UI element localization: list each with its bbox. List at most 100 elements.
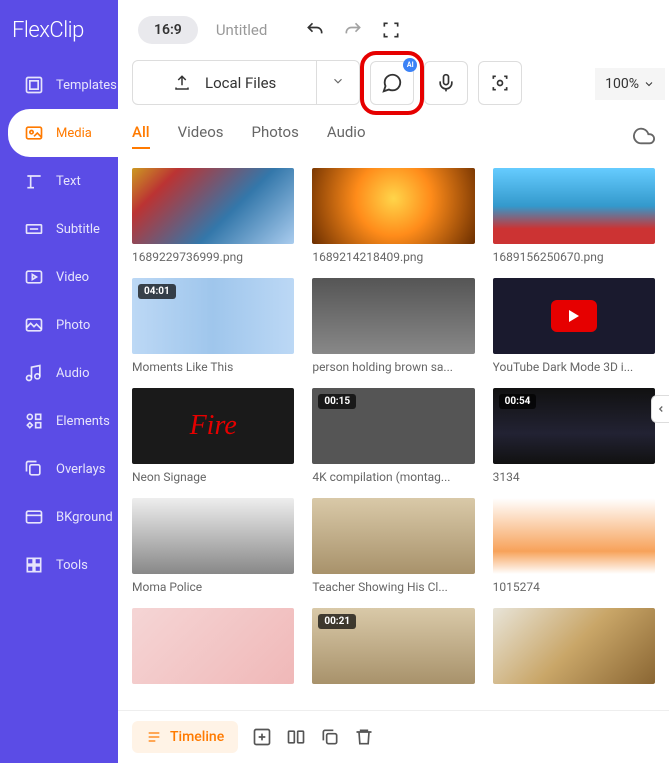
duration-badge: 04:01: [138, 284, 176, 299]
media-label: Moma Police: [132, 580, 294, 594]
cloud-icon[interactable]: [633, 125, 655, 147]
media-thumbnail: [132, 498, 294, 574]
timeline-icon: [146, 729, 162, 745]
media-item[interactable]: 1689229736999.png: [132, 168, 294, 264]
sidebar-item-label: Subtitle: [56, 222, 100, 237]
media-label: 3134: [493, 470, 655, 484]
ai-chat-button[interactable]: AI: [370, 61, 414, 105]
chat-icon: [381, 72, 403, 94]
record-screen-button[interactable]: [478, 61, 522, 105]
media-label: 4K compilation (montag...: [312, 470, 474, 484]
zoom-value: 100%: [605, 76, 639, 92]
project-title[interactable]: Untitled: [216, 21, 268, 39]
undo-icon[interactable]: [305, 20, 325, 40]
media-item[interactable]: 04:01 Moments Like This: [132, 278, 294, 374]
sidebar-item-video[interactable]: Video: [8, 253, 118, 301]
sidebar-item-templates[interactable]: Templates: [8, 61, 118, 109]
trash-icon[interactable]: [354, 727, 374, 747]
media-item[interactable]: 1015274: [493, 498, 655, 594]
sidebar-item-label: Overlays: [56, 462, 105, 477]
chevron-left-icon: [656, 404, 666, 414]
screen-record-icon: [490, 73, 510, 93]
media-thumbnail: [132, 168, 294, 244]
add-icon[interactable]: [252, 727, 272, 747]
sidebar-item-label: Audio: [56, 366, 89, 381]
media-thumbnail: [132, 608, 294, 684]
media-item[interactable]: 00:21: [312, 608, 474, 690]
media-item[interactable]: person holding brown sa...: [312, 278, 474, 374]
chevron-down-icon: [331, 74, 345, 88]
media-thumbnail: 00:54: [493, 388, 655, 464]
local-files-dropdown[interactable]: [316, 61, 359, 104]
split-icon[interactable]: [286, 727, 306, 747]
collapse-panel-button[interactable]: [651, 395, 669, 423]
media-label: 1689156250670.png: [493, 250, 655, 264]
media-label: 1689214218409.png: [312, 250, 474, 264]
media-label: 1015274: [493, 580, 655, 594]
fullscreen-icon[interactable]: [381, 20, 401, 40]
sidebar-item-label: Photo: [56, 318, 90, 333]
media-thumbnail: [312, 168, 474, 244]
sidebar-item-bkground[interactable]: BKground: [8, 493, 118, 541]
tab-all[interactable]: All: [132, 123, 150, 149]
media-thumbnail: Fire: [132, 388, 294, 464]
media-grid: 1689229736999.png 1689214218409.png 168915…: [118, 160, 669, 710]
microphone-button[interactable]: [424, 61, 468, 105]
sidebar-item-label: Media: [56, 126, 92, 141]
media-item[interactable]: 00:54 3134: [493, 388, 655, 484]
sidebar-item-label: Video: [56, 270, 89, 285]
sidebar-item-photo[interactable]: Photo: [8, 301, 118, 349]
tab-photos[interactable]: Photos: [252, 123, 299, 149]
sidebar-item-text[interactable]: Text: [8, 157, 118, 205]
media-item[interactable]: Fire Neon Signage: [132, 388, 294, 484]
media-item[interactable]: YouTube Dark Mode 3D i...: [493, 278, 655, 374]
duration-badge: 00:54: [499, 394, 537, 409]
local-files-label: Local Files: [205, 74, 276, 92]
media-thumbnail: [493, 498, 655, 574]
sidebar-item-label: Elements: [56, 414, 110, 429]
timeline-button[interactable]: Timeline: [132, 721, 238, 753]
bottombar: Timeline: [118, 710, 669, 763]
sidebar: FlexClip TemplatesMediaTextSubtitleVideo…: [0, 0, 118, 763]
aspect-ratio-button[interactable]: 16:9: [138, 16, 198, 44]
media-item[interactable]: 1689214218409.png: [312, 168, 474, 264]
media-item[interactable]: [132, 608, 294, 690]
import-toolbar: Local Files AI: [118, 54, 669, 111]
sidebar-item-subtitle[interactable]: Subtitle: [8, 205, 118, 253]
sidebar-item-tools[interactable]: Tools: [8, 541, 118, 589]
sidebar-item-label: BKground: [56, 510, 113, 525]
zoom-control[interactable]: 100%: [595, 68, 665, 100]
media-thumbnail: [312, 278, 474, 354]
sidebar-item-media[interactable]: Media: [8, 109, 118, 157]
tab-videos[interactable]: Videos: [178, 123, 224, 149]
media-item[interactable]: [493, 608, 655, 690]
media-item[interactable]: 1689156250670.png: [493, 168, 655, 264]
chevron-down-icon: [643, 78, 655, 90]
sidebar-item-label: Text: [56, 174, 81, 189]
media-item[interactable]: Moma Police: [132, 498, 294, 594]
media-item[interactable]: 00:15 4K compilation (montag...: [312, 388, 474, 484]
media-label: Moments Like This: [132, 360, 294, 374]
microphone-icon: [436, 73, 456, 93]
sidebar-item-elements[interactable]: Elements: [8, 397, 118, 445]
media-item[interactable]: Teacher Showing His Cl...: [312, 498, 474, 594]
local-files-button[interactable]: Local Files: [132, 60, 360, 105]
timeline-label: Timeline: [170, 729, 224, 745]
media-label: Neon Signage: [132, 470, 294, 484]
redo-icon[interactable]: [343, 20, 363, 40]
upload-icon: [173, 74, 191, 92]
media-thumbnail: 04:01: [132, 278, 294, 354]
sidebar-item-label: Templates: [56, 78, 117, 93]
media-label: 1689229736999.png: [132, 250, 294, 264]
media-thumbnail: [493, 168, 655, 244]
duration-badge: 00:21: [318, 614, 356, 629]
sidebar-item-overlays[interactable]: Overlays: [8, 445, 118, 493]
media-thumbnail: 00:15: [312, 388, 474, 464]
sidebar-item-audio[interactable]: Audio: [8, 349, 118, 397]
main-panel: 16:9 Untitled 100% Local Files: [118, 0, 669, 763]
copy-icon[interactable]: [320, 727, 340, 747]
media-thumbnail: 00:21: [312, 608, 474, 684]
media-thumbnail: [493, 608, 655, 684]
media-label: YouTube Dark Mode 3D i...: [493, 360, 655, 374]
tab-audio[interactable]: Audio: [327, 123, 366, 149]
